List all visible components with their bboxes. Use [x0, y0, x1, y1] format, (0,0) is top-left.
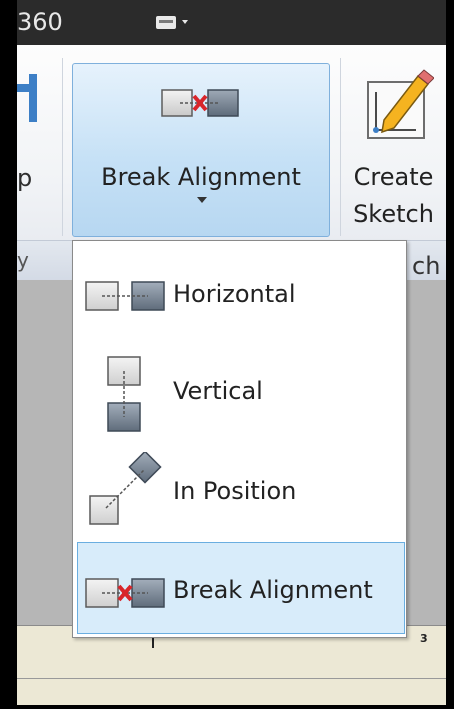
window-frame-left	[0, 0, 17, 709]
ribbon-separator	[62, 58, 63, 236]
window-frame-bottom	[0, 705, 454, 709]
partial-tool-label: p	[17, 164, 33, 192]
break-alignment-icon	[161, 89, 239, 117]
partial-panel-label: y	[17, 248, 29, 272]
menu-item-label: Vertical	[173, 377, 263, 405]
ruler-number: 3	[420, 632, 428, 645]
create-sketch-label-line2: Sketch	[353, 200, 434, 228]
menu-item-label: In Position	[173, 477, 297, 505]
break-alignment-button-label: Break Alignment	[101, 163, 301, 191]
create-sketch-icon	[367, 69, 434, 139]
ribbon-separator	[340, 58, 341, 236]
partial-tool-icon[interactable]	[17, 70, 43, 130]
create-sketch-label-line1: Create	[353, 163, 434, 191]
menu-item-label: Break Alignment	[173, 576, 373, 604]
chevron-down-icon[interactable]	[196, 196, 208, 204]
in-position-align-icon	[89, 452, 162, 525]
menu-item-label: Horizontal	[173, 280, 296, 308]
title-bar	[17, 0, 446, 45]
window-title: 360	[17, 8, 63, 36]
status-strip	[17, 680, 446, 705]
horizontal-align-icon	[85, 281, 165, 311]
vertical-align-icon	[107, 356, 141, 432]
folder-dropdown-icon[interactable]	[155, 12, 189, 32]
sketch-panel-label: ch	[412, 252, 441, 280]
ruler-baseline	[17, 678, 446, 679]
break-alignment-icon	[85, 578, 165, 608]
window-frame-right	[446, 0, 454, 709]
